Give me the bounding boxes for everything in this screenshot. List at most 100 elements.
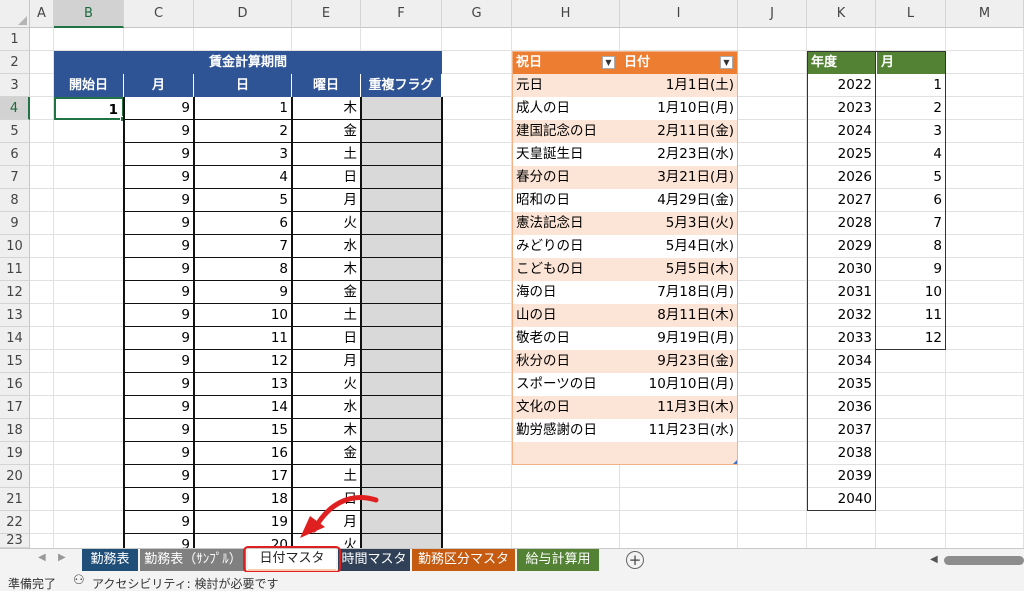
- duplicate-flag-cell[interactable]: [361, 442, 442, 465]
- holiday-date-cell[interactable]: 7月18日(月): [620, 281, 738, 304]
- month-cell[interactable]: 8: [876, 235, 946, 258]
- holiday-date-cell[interactable]: 4月29日(金): [620, 189, 738, 212]
- holiday-date-cell[interactable]: 5月4日(水): [620, 235, 738, 258]
- holiday-name-cell[interactable]: 秋分の日: [512, 350, 620, 373]
- column-header-a[interactable]: A: [30, 0, 54, 28]
- duplicate-flag-cell[interactable]: [361, 212, 442, 235]
- month-cell[interactable]: 3: [876, 120, 946, 143]
- year-cell[interactable]: 2032: [807, 304, 876, 327]
- wage-month-cell[interactable]: 9: [124, 143, 194, 166]
- holiday-name-cell[interactable]: 建国記念の日: [512, 120, 620, 143]
- wage-month-cell[interactable]: 9: [124, 212, 194, 235]
- holiday-date-cell[interactable]: 11月23日(水): [620, 419, 738, 442]
- duplicate-flag-cell[interactable]: [361, 166, 442, 189]
- wage-day-cell[interactable]: 12: [194, 350, 292, 373]
- wage-month-cell[interactable]: 9: [124, 373, 194, 396]
- wage-month-cell[interactable]: 9: [124, 281, 194, 304]
- row-header-15[interactable]: 15: [0, 350, 30, 373]
- duplicate-flag-cell[interactable]: [361, 97, 442, 120]
- row-header-11[interactable]: 11: [0, 258, 30, 281]
- wage-day-cell[interactable]: 8: [194, 258, 292, 281]
- wage-weekday-cell[interactable]: 土: [292, 304, 361, 327]
- wage-weekday-cell[interactable]: 火: [292, 212, 361, 235]
- wage-month-cell[interactable]: 9: [124, 258, 194, 281]
- row-header-23[interactable]: 23: [0, 533, 30, 548]
- holiday-name-cell[interactable]: 文化の日: [512, 396, 620, 419]
- duplicate-flag-cell[interactable]: [361, 258, 442, 281]
- wage-month-cell[interactable]: 9: [124, 534, 194, 548]
- row-header-18[interactable]: 18: [0, 419, 30, 442]
- holiday-date-cell[interactable]: 1月1日(土): [620, 74, 738, 97]
- wage-weekday-cell[interactable]: 木: [292, 419, 361, 442]
- wage-month-cell[interactable]: 9: [124, 166, 194, 189]
- holiday-name-cell[interactable]: 春分の日: [512, 166, 620, 189]
- month-cell[interactable]: 9: [876, 258, 946, 281]
- year-cell[interactable]: 2022: [807, 74, 876, 97]
- month-cell[interactable]: 2: [876, 97, 946, 120]
- column-header-l[interactable]: L: [876, 0, 946, 28]
- duplicate-flag-cell[interactable]: [361, 120, 442, 143]
- wage-day-cell[interactable]: 4: [194, 166, 292, 189]
- hscroll-left-icon[interactable]: ◀: [930, 554, 938, 565]
- duplicate-flag-cell[interactable]: [361, 304, 442, 327]
- wage-month-cell[interactable]: 9: [124, 442, 194, 465]
- holiday-name-cell[interactable]: 昭和の日: [512, 189, 620, 212]
- year-cell[interactable]: 2028: [807, 212, 876, 235]
- row-header-21[interactable]: 21: [0, 488, 30, 511]
- column-header-i[interactable]: I: [620, 0, 738, 28]
- wage-day-cell[interactable]: 2: [194, 120, 292, 143]
- month-cell[interactable]: 5: [876, 166, 946, 189]
- wage-month-cell[interactable]: 9: [124, 511, 194, 534]
- wage-day-cell[interactable]: 11: [194, 327, 292, 350]
- month-cell[interactable]: 6: [876, 189, 946, 212]
- column-header-m[interactable]: M: [946, 0, 1024, 28]
- column-header-g[interactable]: G: [442, 0, 512, 28]
- year-cell[interactable]: 2038: [807, 442, 876, 465]
- duplicate-flag-cell[interactable]: [361, 373, 442, 396]
- sheet-tab-1[interactable]: 勤務表（ｻﾝﾌﾟﾙ）: [140, 549, 246, 571]
- row-header-4[interactable]: 4: [0, 97, 30, 120]
- wage-day-cell[interactable]: 18: [194, 488, 292, 511]
- year-cell[interactable]: 2035: [807, 373, 876, 396]
- duplicate-flag-cell[interactable]: [361, 281, 442, 304]
- row-header-2[interactable]: 2: [0, 51, 30, 74]
- wage-month-cell[interactable]: 9: [124, 488, 194, 511]
- wage-month-cell[interactable]: 9: [124, 304, 194, 327]
- holiday-empty-row[interactable]: [512, 442, 738, 465]
- scroll-left-icon[interactable]: ◀: [38, 552, 46, 563]
- month-cell[interactable]: 12: [876, 327, 946, 350]
- row-header-9[interactable]: 9: [0, 212, 30, 235]
- column-header-k[interactable]: K: [807, 0, 876, 28]
- duplicate-flag-cell[interactable]: [361, 143, 442, 166]
- column-header-e[interactable]: E: [292, 0, 361, 28]
- month-cell[interactable]: 1: [876, 74, 946, 97]
- wage-month-cell[interactable]: 9: [124, 327, 194, 350]
- wage-day-cell[interactable]: 1: [194, 97, 292, 120]
- wage-weekday-cell[interactable]: 水: [292, 396, 361, 419]
- wage-day-cell[interactable]: 10: [194, 304, 292, 327]
- holiday-name-cell[interactable]: 成人の日: [512, 97, 620, 120]
- row-header-16[interactable]: 16: [0, 373, 30, 396]
- holiday-date-cell[interactable]: 9月23日(金): [620, 350, 738, 373]
- holiday-name-cell[interactable]: 海の日: [512, 281, 620, 304]
- wage-weekday-cell[interactable]: 火: [292, 373, 361, 396]
- holiday-name-cell[interactable]: 憲法記念日: [512, 212, 620, 235]
- wage-weekday-cell[interactable]: 土: [292, 143, 361, 166]
- wage-weekday-cell[interactable]: 金: [292, 442, 361, 465]
- holiday-date-cell[interactable]: 5月3日(火): [620, 212, 738, 235]
- wage-month-cell[interactable]: 9: [124, 419, 194, 442]
- month-cell[interactable]: 10: [876, 281, 946, 304]
- holiday-name-cell[interactable]: 天皇誕生日: [512, 143, 620, 166]
- wage-day-cell[interactable]: 17: [194, 465, 292, 488]
- holiday-date-cell[interactable]: 3月21日(月): [620, 166, 738, 189]
- year-cell[interactable]: 2037: [807, 419, 876, 442]
- month-cell[interactable]: 11: [876, 304, 946, 327]
- wage-day-cell[interactable]: 13: [194, 373, 292, 396]
- scroll-right-icon[interactable]: ▶: [58, 552, 66, 563]
- holiday-date-cell[interactable]: 10月10日(月): [620, 373, 738, 396]
- row-header-1[interactable]: 1: [0, 28, 30, 51]
- row-header-14[interactable]: 14: [0, 327, 30, 350]
- wage-month-cell[interactable]: 9: [124, 97, 194, 120]
- spreadsheet-grid[interactable]: A B C D E F G H I J K L M 1 2 3 4 5 6 7 8 9 10 11 12 13 14 15 16 17 18…: [0, 0, 1024, 548]
- column-header-d[interactable]: D: [194, 0, 292, 28]
